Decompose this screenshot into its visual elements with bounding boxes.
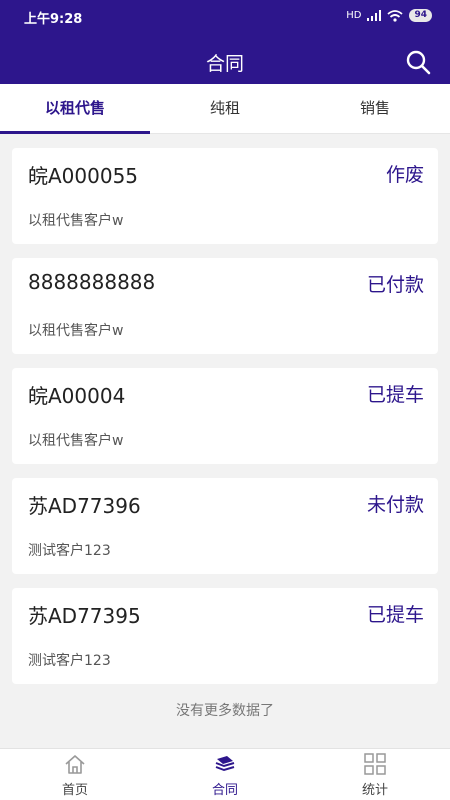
contract-card[interactable]: 苏AD77395 已提车 测试客户123 (12, 588, 438, 684)
wifi-icon (387, 9, 404, 22)
contract-number: 苏AD77396 (28, 494, 141, 518)
tab-pure-rent[interactable]: 纯租 (150, 84, 300, 133)
contract-status: 已提车 (366, 604, 424, 626)
status-icons: HD 94 (346, 9, 432, 22)
contract-customer: 以租代售客户w (28, 213, 124, 229)
contract-customer: 测试客户123 (28, 653, 111, 669)
nav-contract-label: 合同 (211, 783, 238, 798)
search-icon[interactable] (404, 48, 432, 76)
contract-status: 未付款 (366, 494, 424, 516)
nav-home-label: 首页 (61, 783, 88, 798)
contract-icon (215, 756, 235, 772)
contract-card[interactable]: 皖A00004 已提车 以租代售客户w (12, 368, 438, 464)
page-title: 合同 (205, 53, 244, 75)
contract-number: 皖A000055 (28, 164, 139, 188)
signal-icon (367, 10, 382, 21)
contract-customer: 以租代售客户w (28, 323, 124, 339)
contract-status: 已提车 (366, 384, 424, 406)
home-icon (65, 755, 85, 774)
tab-sales[interactable]: 销售 (300, 84, 450, 133)
contract-card[interactable]: 皖A000055 作废 以租代售客户w (12, 148, 438, 244)
battery-indicator: 94 (409, 9, 432, 22)
nav-home[interactable]: 首页 (0, 749, 150, 800)
tab-rent-to-own[interactable]: 以租代售 (0, 84, 150, 134)
title-bar: 合同 (0, 40, 450, 84)
status-time: 上午9:28 (24, 12, 83, 27)
contract-status: 作废 (385, 164, 424, 186)
contract-number: 苏AD77395 (28, 604, 141, 628)
contract-card[interactable]: 8888888888 已付款 以租代售客户w (12, 258, 438, 354)
contract-card[interactable]: 苏AD77396 未付款 测试客户123 (12, 478, 438, 574)
contract-customer: 测试客户123 (28, 543, 111, 559)
list-end-message: 没有更多数据了 (176, 703, 274, 719)
contract-status: 已付款 (366, 274, 424, 296)
signal-label: HD (346, 10, 362, 21)
nav-stats-label: 统计 (361, 783, 388, 798)
contract-number: 皖A00004 (28, 384, 126, 408)
app-header: 上午9:28 HD 94 合同 (0, 0, 450, 84)
bottom-nav: 首页 合同 统计 (0, 748, 450, 800)
stats-grid-icon (364, 753, 386, 775)
contract-type-tabs: 以租代售 纯租 销售 (0, 84, 450, 134)
status-bar: 上午9:28 HD 94 (0, 0, 450, 34)
contract-number: 8888888888 (28, 270, 156, 294)
nav-contract[interactable]: 合同 (150, 749, 300, 800)
nav-stats[interactable]: 统计 (300, 749, 450, 800)
contract-customer: 以租代售客户w (28, 433, 124, 449)
